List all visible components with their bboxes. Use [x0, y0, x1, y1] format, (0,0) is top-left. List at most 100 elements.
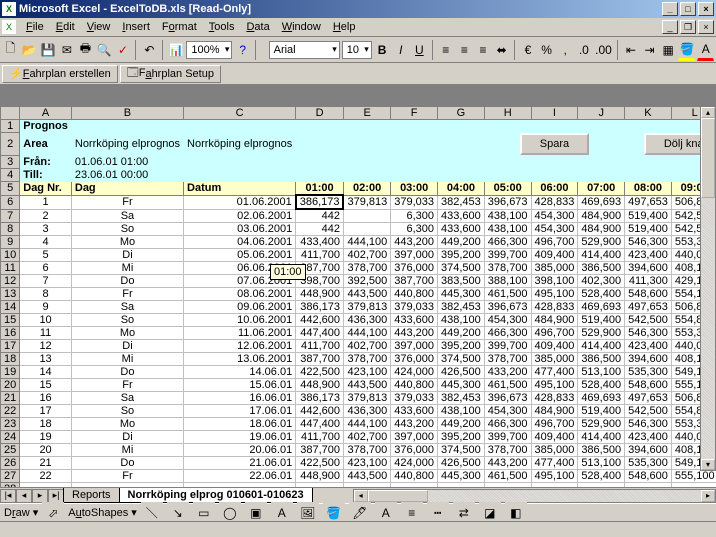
- value-cell[interactable]: 443,200: [484, 457, 531, 470]
- doc-minimize-button[interactable]: _: [662, 20, 678, 34]
- value-cell[interactable]: 433,600: [391, 405, 438, 418]
- value-cell[interactable]: 414,400: [578, 340, 625, 353]
- dagnr-cell[interactable]: 13: [20, 353, 72, 366]
- value-cell[interactable]: 466,300: [484, 236, 531, 249]
- value-cell[interactable]: 387,700: [296, 353, 344, 366]
- value-cell[interactable]: 469,693: [578, 301, 625, 314]
- row-header[interactable]: 4: [1, 169, 20, 182]
- dag-cell[interactable]: Di: [71, 249, 183, 262]
- dagnr-cell[interactable]: 8: [20, 288, 72, 301]
- value-cell[interactable]: 428,833: [531, 392, 578, 405]
- align-left-icon[interactable]: ≡: [437, 39, 454, 61]
- italic-icon[interactable]: I: [392, 39, 409, 61]
- align-center-icon[interactable]: ≡: [456, 39, 473, 61]
- draw-menu[interactable]: Draw ▾: [4, 506, 38, 519]
- row-header[interactable]: 20: [1, 379, 20, 392]
- sheet-tab-reports[interactable]: Reports: [63, 488, 120, 503]
- datum-cell[interactable]: 15.06.01: [184, 379, 296, 392]
- area-value2[interactable]: Norrköping elprognos: [184, 133, 296, 156]
- row-header[interactable]: 25: [1, 444, 20, 457]
- value-cell[interactable]: 436,300: [343, 314, 390, 327]
- value-cell[interactable]: 443,500: [343, 288, 390, 301]
- empty-cell[interactable]: [184, 483, 296, 488]
- value-cell[interactable]: 386,500: [578, 444, 625, 457]
- value-cell[interactable]: 411,700: [296, 431, 344, 444]
- value-cell[interactable]: 454,300: [484, 314, 531, 327]
- value-cell[interactable]: 388,100: [484, 275, 531, 288]
- value-cell[interactable]: 555,100: [671, 470, 716, 483]
- doc-close-button[interactable]: ×: [698, 20, 714, 34]
- datum-cell[interactable]: 02.06.2001: [184, 209, 296, 223]
- value-cell[interactable]: 422,500: [296, 366, 344, 379]
- bold-icon[interactable]: B: [374, 39, 391, 61]
- value-cell[interactable]: 484,900: [531, 405, 578, 418]
- datum-cell[interactable]: 09.06.2001: [184, 301, 296, 314]
- value-cell[interactable]: 379,033: [391, 195, 438, 209]
- save-icon[interactable]: 💾: [40, 39, 57, 61]
- value-cell[interactable]: 445,300: [438, 288, 485, 301]
- row-header[interactable]: 11: [1, 262, 20, 275]
- datum-cell[interactable]: 12.06.2001: [184, 340, 296, 353]
- scroll-left-icon[interactable]: ◂: [354, 490, 368, 502]
- value-cell[interactable]: 378,700: [484, 444, 531, 457]
- value-cell[interactable]: 443,200: [391, 236, 438, 249]
- datum-cell[interactable]: 08.06.2001: [184, 288, 296, 301]
- value-cell[interactable]: 433,400: [296, 236, 344, 249]
- value-cell[interactable]: 382,453: [438, 301, 485, 314]
- empty-cell[interactable]: [343, 483, 390, 488]
- value-cell[interactable]: 440,800: [391, 470, 438, 483]
- fahrplan-setup-button[interactable]: 🗔Fahrplan Setup: [120, 65, 221, 83]
- value-cell[interactable]: 409,400: [531, 340, 578, 353]
- datum-cell[interactable]: 01.06.2001: [184, 195, 296, 209]
- row-header[interactable]: 15: [1, 314, 20, 327]
- value-cell[interactable]: 411,700: [296, 340, 344, 353]
- value-cell[interactable]: 379,813: [343, 301, 390, 314]
- menu-help[interactable]: Help: [327, 19, 362, 35]
- value-cell[interactable]: 374,500: [438, 353, 485, 366]
- doc-restore-button[interactable]: ❐: [680, 20, 696, 34]
- row-header[interactable]: 16: [1, 327, 20, 340]
- dag-cell[interactable]: Mi: [71, 262, 183, 275]
- row-header[interactable]: 27: [1, 470, 20, 483]
- dagnr-cell[interactable]: 10: [20, 314, 72, 327]
- dagnr-cell[interactable]: 6: [20, 262, 72, 275]
- value-cell[interactable]: 423,400: [625, 340, 672, 353]
- comma-icon[interactable]: ,: [557, 39, 574, 61]
- row-header[interactable]: 26: [1, 457, 20, 470]
- value-cell[interactable]: 426,500: [438, 366, 485, 379]
- col-header[interactable]: H: [484, 107, 531, 120]
- maximize-button[interactable]: □: [680, 2, 696, 16]
- value-cell[interactable]: [343, 209, 390, 223]
- value-cell[interactable]: 442: [296, 209, 344, 223]
- datum-cell[interactable]: 18.06.01: [184, 418, 296, 431]
- empty-cell[interactable]: [625, 483, 672, 488]
- close-button[interactable]: ×: [698, 2, 714, 16]
- dagnr-cell[interactable]: 11: [20, 327, 72, 340]
- empty-cell[interactable]: [671, 483, 716, 488]
- value-cell[interactable]: 394,600: [625, 444, 672, 457]
- dec-decimal-icon[interactable]: .00: [594, 39, 613, 61]
- value-cell[interactable]: 382,453: [438, 195, 485, 209]
- area-label[interactable]: Area: [20, 133, 72, 156]
- dagnr-cell[interactable]: 3: [20, 223, 72, 236]
- tab-next-icon[interactable]: ▸: [32, 489, 48, 503]
- borders-icon[interactable]: ▦: [660, 39, 677, 61]
- chart-icon[interactable]: 📊: [167, 39, 184, 61]
- datum-cell[interactable]: 03.06.2001: [184, 223, 296, 236]
- value-cell[interactable]: 433,600: [391, 314, 438, 327]
- dagnr-cell[interactable]: 18: [20, 418, 72, 431]
- value-cell[interactable]: 396,673: [484, 392, 531, 405]
- row-header[interactable]: 6: [1, 195, 20, 209]
- value-cell[interactable]: 399,700: [484, 249, 531, 262]
- value-cell[interactable]: 428,833: [531, 195, 578, 209]
- value-cell[interactable]: 379,813: [343, 392, 390, 405]
- value-cell[interactable]: 484,900: [578, 223, 625, 236]
- hour-header[interactable]: 08:00: [625, 182, 672, 196]
- dagnr-cell[interactable]: 17: [20, 405, 72, 418]
- col-header[interactable]: J: [578, 107, 625, 120]
- row-header[interactable]: 8: [1, 223, 20, 236]
- tab-prev-icon[interactable]: ◂: [16, 489, 32, 503]
- value-cell[interactable]: 379,033: [391, 392, 438, 405]
- mail-icon[interactable]: ✉: [59, 39, 76, 61]
- fran-value[interactable]: 01.06.01 01:00: [71, 156, 183, 169]
